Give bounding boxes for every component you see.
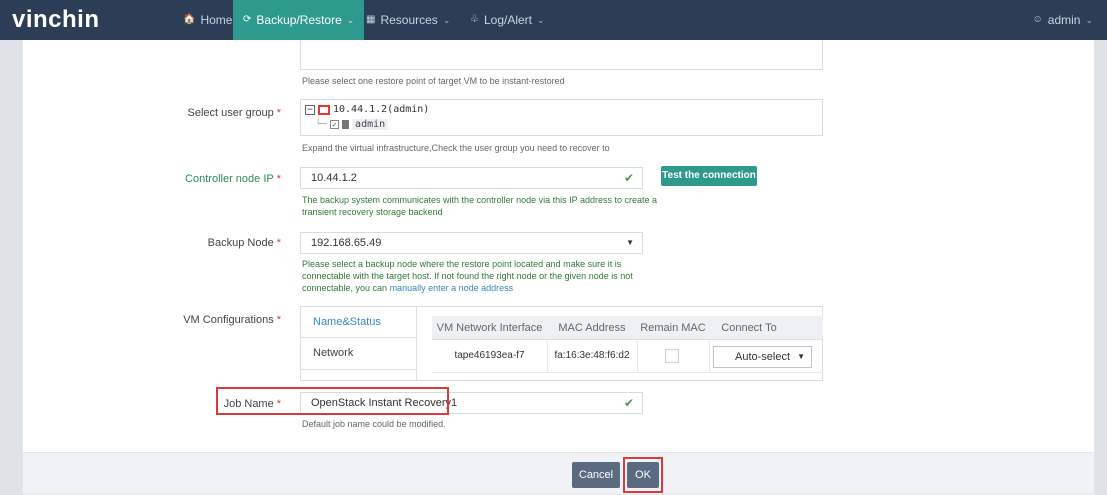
backup-node-hint: Please select a backup node where the re… [302,259,633,293]
col-remain-mac: Remain MAC [640,322,706,334]
controller-ip-label: Controller node IP * [185,173,281,185]
vm-config-tabs: Name&Status Network [301,307,417,380]
col-connect-to: Connect To [721,322,777,334]
nav-backup-restore[interactable]: ⟳ Backup/Restore ⌄ [233,0,365,46]
nav-resources-label: Resources [380,13,438,27]
remain-mac-checkbox[interactable] [665,349,679,363]
grid-icon: ▦ [366,14,376,25]
row-interface: tape46193ea-f7 [454,350,525,361]
col-mac-address: MAC Address [558,322,626,334]
user-group-label: Select user group * [187,107,282,119]
collapse-icon[interactable]: − [305,104,315,115]
nav-resources[interactable]: ▦ Resources ⌄ [366,0,450,40]
caret-down-icon: ▼ [797,352,805,361]
cancel-button[interactable]: Cancel [572,462,620,488]
chevron-down-icon: ⌄ [537,15,545,25]
vm-config-panel: Name&Status Network VM Network Interface… [300,306,823,381]
job-name-hint: Default job name could be modified. [302,419,446,429]
job-name-highlight [216,387,449,415]
controller-ip-input[interactable]: 10.44.1.2 ✔ [300,167,643,189]
nav-user-menu[interactable]: ☺ admin ⌄ [1033,0,1093,40]
host-icon [318,104,330,115]
chevron-down-icon: ⌄ [346,15,355,25]
backup-node-label: Backup Node * [207,237,281,249]
bell-icon: ♧ [470,14,479,25]
nav-log-alert-label: Log/Alert [483,13,532,27]
user-group-tree: − 10.44.1.2(admin) └─ ✓ admin [300,99,823,136]
refresh-icon: ⟳ [243,14,252,25]
form-footer: Cancel OK [22,452,1095,495]
row-mac: fa:16:3e:48:f6:d2 [554,350,630,361]
vinchin-logo: vinchin [12,6,100,33]
tree-child-label: admin [352,119,389,130]
test-connection-button[interactable]: Test the connection [661,166,757,186]
check-icon: ✔ [623,171,634,185]
nav-home[interactable]: 🏠 Home [183,0,232,40]
col-vm-network-interface: VM Network Interface [436,322,543,334]
user-icon: ☺ [1032,14,1043,25]
backup-node-select[interactable]: 192.168.65.49 ▼ [300,232,643,254]
nav-home-label: Home [200,13,233,27]
manual-node-address-link[interactable]: manually enter a node address [390,283,514,293]
tree-child-node[interactable]: └─ ✓ admin [315,119,389,130]
controller-ip-hint: The backup system communicates with the … [302,195,658,217]
tree-root-label: 10.44.1.2(admin) [333,104,430,115]
ok-highlight [623,457,663,493]
tree-root-node[interactable]: − 10.44.1.2(admin) [305,104,429,115]
user-group-hint: Expand the virtual infrastructure,Check … [302,143,610,153]
tab-name-status[interactable]: Name&Status [301,316,381,328]
top-navbar: vinchin 🏠 Home ⟳ Backup/Restore ⌄ ▦ Reso… [0,0,1107,46]
chevron-down-icon: ⌄ [1085,15,1093,25]
restore-point-list[interactable] [300,40,823,70]
table-row: tape46193ea-f7 fa:16:3e:48:f6:d2 Auto-se… [432,341,823,373]
restore-point-hint: Please select one restore point of targe… [302,76,565,86]
tab-network[interactable]: Network [301,347,353,359]
network-table-header: VM Network Interface MAC Address Remain … [432,316,823,340]
restore-form-panel: Please select one restore point of targe… [22,40,1095,452]
caret-down-icon: ▼ [626,238,634,247]
chevron-down-icon: ⌄ [442,15,451,25]
nav-backup-restore-label: Backup/Restore [256,13,342,27]
home-icon: 🏠 [183,14,196,25]
nav-user-label: admin [1047,13,1081,27]
vm-config-label: VM Configurations * [183,314,281,326]
checked-icon[interactable]: ✓ [330,120,340,129]
check-icon: ✔ [623,396,634,410]
user-group-icon [342,120,350,129]
nav-log-alert[interactable]: ♧ Log/Alert ⌄ [470,0,545,40]
connect-to-select[interactable]: Auto-select ▼ [713,346,812,368]
